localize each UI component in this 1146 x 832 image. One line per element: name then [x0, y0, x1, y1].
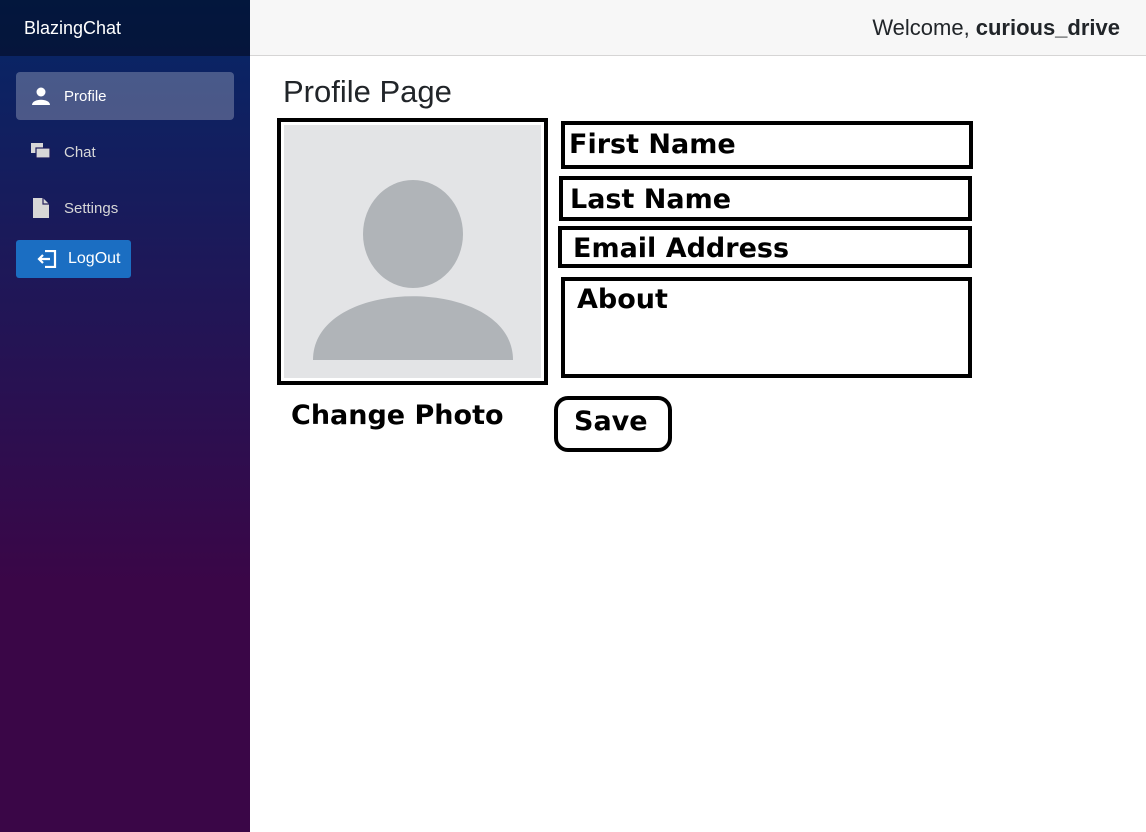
change-photo-button[interactable]: Change Photo [291, 400, 504, 431]
chat-icon [30, 142, 52, 162]
avatar-placeholder-icon [313, 180, 513, 360]
profile-photo [277, 118, 548, 385]
page-title: Profile Page [283, 74, 452, 109]
email-field[interactable]: Email Address [558, 226, 972, 268]
username: curious_drive [975, 14, 1120, 40]
last-name-field[interactable]: Last Name [559, 176, 972, 221]
logout-icon [36, 249, 58, 269]
brand-bar: BlazingChat [0, 0, 250, 56]
sidebar-item-chat[interactable]: Chat [16, 128, 234, 176]
sidebar-item-profile[interactable]: Profile [16, 72, 234, 120]
person-icon [30, 86, 52, 106]
sidebar-item-label: Chat [64, 143, 96, 161]
welcome-label: Welcome, [872, 14, 970, 40]
sidebar-item-label: Profile [64, 87, 107, 105]
first-name-field[interactable]: First Name [561, 121, 973, 169]
save-button[interactable]: Save [554, 396, 672, 452]
sidebar-item-label: Settings [64, 199, 119, 217]
sidebar: BlazingChat Profile Chat Settings LogOut [0, 0, 250, 832]
document-icon [30, 198, 52, 218]
top-bar: Welcome, curious_drive [250, 0, 1146, 56]
logout-label: LogOut [68, 250, 121, 267]
sidebar-nav: Profile Chat Settings [0, 56, 250, 232]
avatar [284, 125, 541, 378]
logout-button[interactable]: LogOut [16, 240, 131, 278]
sidebar-item-settings[interactable]: Settings [16, 184, 234, 232]
app-brand[interactable]: BlazingChat [24, 18, 121, 39]
about-field[interactable]: About [561, 277, 972, 378]
